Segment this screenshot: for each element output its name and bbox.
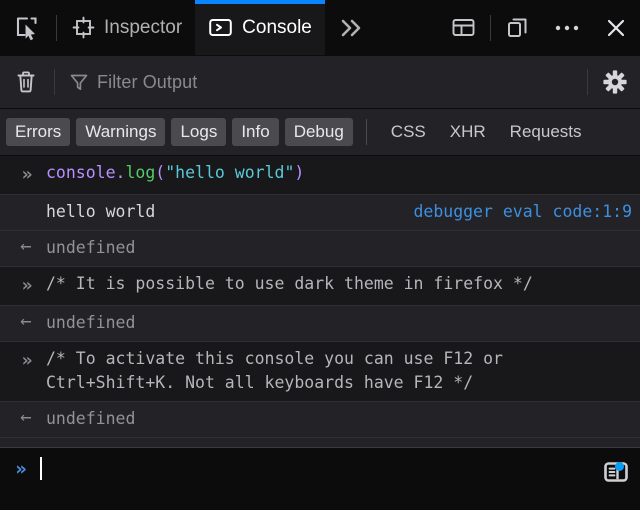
- filter-chip-logs[interactable]: Logs: [171, 117, 227, 147]
- gear-icon: [602, 69, 628, 95]
- filter-chip-requests[interactable]: Requests: [501, 118, 591, 146]
- tabbar-divider-1: [56, 14, 57, 41]
- row-gutter: »: [6, 347, 46, 374]
- arrow-left-icon: ←: [20, 235, 32, 258]
- tab-console[interactable]: Console: [195, 0, 325, 55]
- clear-console-button[interactable]: [0, 69, 52, 95]
- console-input-field[interactable]: [40, 448, 640, 480]
- log-message: hello world: [46, 202, 156, 222]
- close-devtools-button[interactable]: [592, 0, 640, 55]
- row-body: hello world debugger eval code:1:9: [46, 200, 634, 224]
- row-gutter: [6, 200, 46, 201]
- dock-layout-icon: [451, 15, 476, 40]
- console-row-input[interactable]: » /* It is possible to use dark theme in…: [0, 266, 640, 307]
- tabbar-right-group: [439, 0, 640, 55]
- editor-mode-icon: [601, 457, 631, 487]
- row-gutter: ←: [6, 311, 46, 331]
- arrow-left-icon: ←: [20, 310, 32, 333]
- row-code: console.log("hello world"): [46, 161, 304, 185]
- tabbar-divider-2: [490, 14, 491, 41]
- row-gutter: »: [6, 161, 46, 188]
- chevron-double-right-icon: »: [21, 164, 33, 185]
- editor-mode-toggle-button[interactable]: [601, 457, 631, 487]
- toolbar-divider-2: [587, 69, 588, 95]
- filter-chip-debug[interactable]: Debug: [284, 117, 353, 147]
- filter-input-placeholder: Filter Output: [97, 71, 198, 92]
- trash-icon: [13, 69, 39, 95]
- console-row-input[interactable]: » console.log("hello world"): [0, 156, 640, 196]
- filter-chip-css[interactable]: CSS: [382, 118, 435, 146]
- console-prompt-icon: [208, 15, 233, 40]
- row-body: undefined: [46, 236, 634, 260]
- tab-inspector-label: Inspector: [104, 17, 183, 38]
- close-icon: [604, 16, 628, 40]
- tab-console-label: Console: [242, 17, 312, 38]
- token-property: log: [125, 163, 156, 182]
- console-row-return[interactable]: ← undefined: [0, 306, 640, 342]
- row-code: /* It is possible to use dark theme in f…: [46, 273, 533, 293]
- element-picker-icon: [14, 15, 40, 41]
- more-options-button[interactable]: [542, 0, 592, 55]
- responsive-design-mode-button[interactable]: [493, 0, 542, 55]
- token-object: console: [46, 163, 116, 182]
- row-body: console.log("hello world"): [46, 161, 634, 185]
- token-paren-open: (: [155, 163, 166, 182]
- toolbar-divider-1: [54, 69, 55, 95]
- token-dot: .: [115, 163, 126, 182]
- row-body: undefined: [46, 311, 634, 335]
- funnel-icon: [69, 72, 89, 92]
- inspector-target-icon: [72, 16, 95, 39]
- console-input-prompt: »: [0, 448, 40, 480]
- token-paren-close: ): [294, 163, 305, 182]
- tab-inspector[interactable]: Inspector: [59, 0, 195, 55]
- devtools-tabbar: Inspector Console: [0, 0, 640, 56]
- filter-chip-errors[interactable]: Errors: [6, 117, 71, 147]
- console-output[interactable]: » console.log("hello world") hello world…: [0, 156, 640, 447]
- console-filter-bar: Errors Warnings Logs Info Debug CSS XHR …: [0, 109, 640, 156]
- return-value: undefined: [46, 238, 136, 258]
- arrow-left-icon: ←: [20, 405, 32, 428]
- row-body: /* To activate this console you can use …: [46, 347, 634, 395]
- text-caret: [40, 457, 42, 480]
- filter-chip-warnings[interactable]: Warnings: [76, 117, 166, 147]
- filter-chip-info[interactable]: Info: [232, 117, 279, 147]
- devtools-window: Inspector Console Filter Output Errors W…: [0, 0, 640, 510]
- console-toolbar: Filter Output: [0, 56, 640, 109]
- filter-input[interactable]: Filter Output: [57, 56, 585, 108]
- chevron-double-right-icon: »: [15, 458, 27, 480]
- filter-bar-divider: [365, 119, 367, 145]
- editor-mode-badge: [615, 462, 624, 471]
- filter-chip-xhr[interactable]: XHR: [441, 118, 495, 146]
- row-gutter: ←: [6, 407, 46, 427]
- console-row-return[interactable]: ← undefined: [0, 231, 640, 267]
- console-settings-button[interactable]: [590, 69, 640, 95]
- element-picker-button[interactable]: [0, 0, 54, 55]
- console-row-log[interactable]: hello world debugger eval code:1:9: [0, 195, 640, 232]
- row-body: /* It is possible to use dark theme in f…: [46, 272, 634, 296]
- meatball-menu-icon: [554, 22, 580, 34]
- return-value: undefined: [46, 408, 136, 428]
- return-value: undefined: [46, 313, 136, 333]
- console-row-return[interactable]: ← undefined: [0, 401, 640, 438]
- console-input-area[interactable]: »: [0, 447, 640, 510]
- chevron-double-right-icon: »: [21, 274, 33, 296]
- row-code: /* To activate this console you can use …: [46, 348, 513, 392]
- responsive-design-mode-icon: [505, 15, 530, 40]
- token-string: "hello world": [165, 163, 295, 182]
- row-gutter: »: [6, 272, 46, 299]
- console-row-input[interactable]: » /* To activate this console you can us…: [0, 341, 640, 402]
- chevron-double-right-icon: [338, 16, 366, 40]
- chevron-double-right-icon: »: [21, 349, 33, 371]
- dock-toggle-button[interactable]: [439, 0, 488, 55]
- row-body: undefined: [46, 407, 634, 431]
- tabbar-left-group: Inspector Console: [0, 0, 439, 55]
- source-location-link[interactable]: debugger eval code:1:9: [413, 200, 634, 224]
- row-gutter: ←: [6, 236, 46, 256]
- tabbar-overflow-button[interactable]: [325, 0, 379, 55]
